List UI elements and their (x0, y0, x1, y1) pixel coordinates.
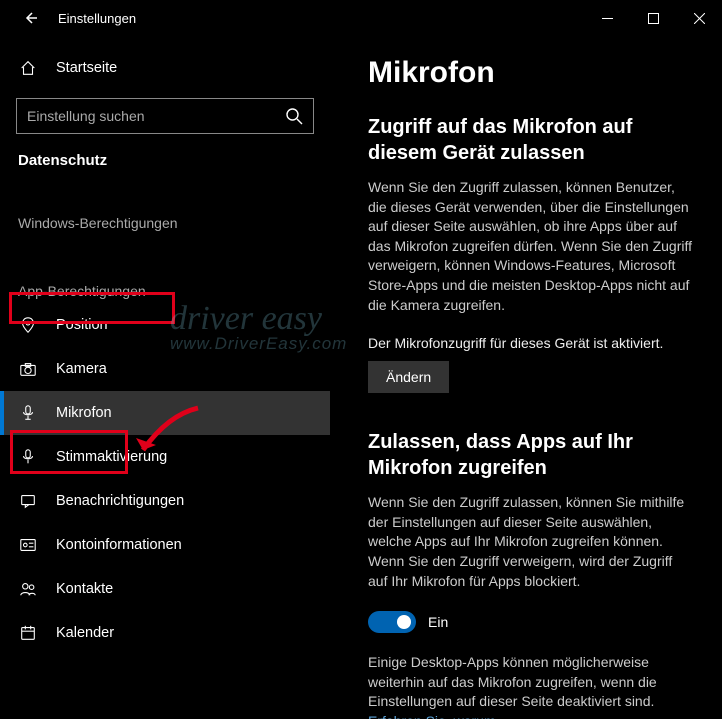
sidebar-item-label: Stimmaktivierung (56, 449, 167, 465)
home-button[interactable]: Startseite (0, 48, 330, 88)
group-windows-permissions: Windows-Berechtigungen (0, 177, 330, 235)
search-input-wrapper[interactable] (16, 98, 314, 134)
page-title: Mikrofon (368, 56, 692, 90)
learn-more-link[interactable]: Erfahren Sie, warum (368, 713, 496, 719)
section1-heading: Zugriff auf das Mikrofon auf diesem Gerä… (368, 114, 692, 166)
sidebar-item-stimmaktivierung[interactable]: Stimmaktivierung (0, 435, 330, 479)
main-panel: Mikrofon Zugriff auf das Mikrofon auf di… (330, 36, 722, 719)
sidebar-item-label: Kontoinformationen (56, 537, 182, 553)
section1-status: Der Mikrofonzugriff für dieses Gerät ist… (368, 335, 692, 351)
category-label: Datenschutz (0, 134, 330, 177)
sidebar-item-mikrofon[interactable]: Mikrofon (0, 391, 330, 435)
home-label: Startseite (56, 60, 117, 76)
sidebar-item-label: Kamera (56, 361, 107, 377)
back-button[interactable] (16, 4, 44, 32)
sidebar-item-benachrichtigungen[interactable]: Benachrichtigungen (0, 479, 330, 523)
sidebar-item-kontoinformationen[interactable]: Kontoinformationen (0, 523, 330, 567)
sidebar-item-label: Mikrofon (56, 405, 112, 421)
footnote-text: Einige Desktop-Apps können möglicherweis… (368, 654, 657, 709)
account-icon (18, 535, 38, 555)
search-input[interactable] (27, 108, 285, 124)
location-icon (18, 315, 38, 335)
group-app-permissions: App-Berechtigungen (0, 235, 330, 303)
sidebar-item-kamera[interactable]: Kamera (0, 347, 330, 391)
sidebar-item-label: Kontakte (56, 581, 113, 597)
microphone-icon (18, 403, 38, 423)
sidebar-item-label: Benachrichtigungen (56, 493, 184, 509)
section1-body: Wenn Sie den Zugriff zulassen, können Be… (368, 178, 692, 315)
footnote: Einige Desktop-Apps können möglicherweis… (368, 653, 692, 719)
maximize-button[interactable] (630, 0, 676, 36)
allow-apps-toggle[interactable] (368, 611, 416, 633)
search-icon (285, 107, 303, 125)
sidebar-item-position[interactable]: Position (0, 303, 330, 347)
camera-icon (18, 359, 38, 379)
notifications-icon (18, 491, 38, 511)
minimize-button[interactable] (584, 0, 630, 36)
home-icon (18, 58, 38, 78)
close-button[interactable] (676, 0, 722, 36)
sidebar-item-kalender[interactable]: Kalender (0, 611, 330, 655)
voice-icon (18, 447, 38, 467)
app-title: Einstellungen (58, 11, 136, 26)
calendar-icon (18, 623, 38, 643)
section2-body: Wenn Sie den Zugriff zulassen, können Si… (368, 493, 692, 591)
sidebar-item-kontakte[interactable]: Kontakte (0, 567, 330, 611)
toggle-label: Ein (428, 614, 448, 630)
sidebar: Startseite Datenschutz Windows-Berechtig… (0, 36, 330, 719)
sidebar-item-label: Position (56, 317, 108, 333)
section2-heading: Zulassen, dass Apps auf Ihr Mikrofon zug… (368, 429, 692, 481)
sidebar-item-label: Kalender (56, 625, 114, 641)
contacts-icon (18, 579, 38, 599)
change-button[interactable]: Ändern (368, 361, 449, 393)
